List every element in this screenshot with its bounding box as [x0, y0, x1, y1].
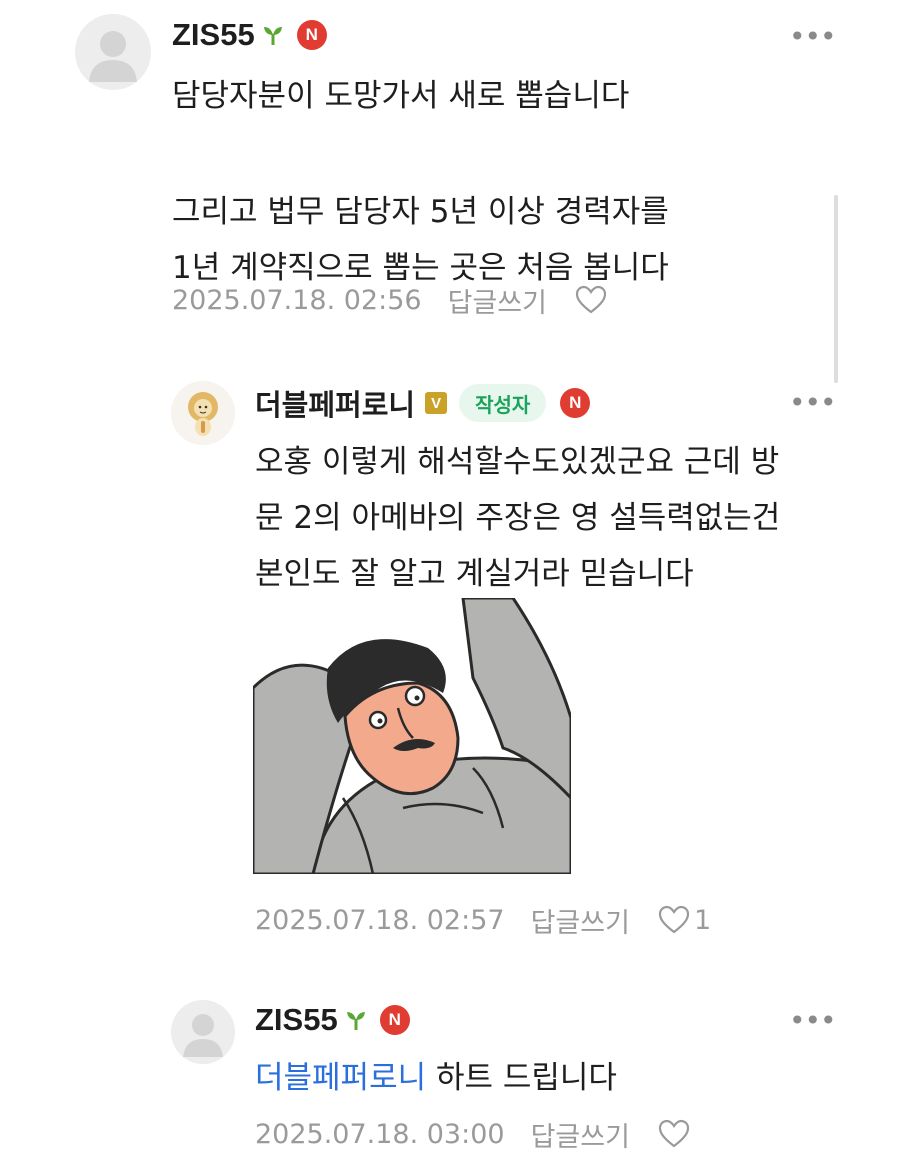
heart-icon[interactable]: [575, 285, 607, 315]
mention-link[interactable]: 더블페퍼로니: [255, 1060, 426, 1096]
new-badge: N: [379, 1005, 410, 1035]
heart-icon[interactable]: [658, 1119, 690, 1149]
reply-button[interactable]: 답글쓰기: [531, 1115, 630, 1154]
comment-date: 2025.07.18. 02:57: [255, 904, 505, 936]
reply-button[interactable]: 답글쓰기: [448, 281, 547, 320]
comment-text-line: 오홍 이렇게 해석할수도있겠군요 근데 방: [255, 444, 780, 480]
author-badge: 작성자: [459, 384, 547, 422]
comment-text-line: 문 2의 아메바의 주장은 영 설득력없는건: [255, 500, 781, 536]
comment-text-body: 하트 드립니다: [426, 1060, 617, 1096]
more-options-button[interactable]: •••: [789, 1004, 837, 1037]
comment-meta: 2025.07.18. 02:56 답글쓰기: [172, 281, 607, 320]
comment-text: 더블페퍼로니 하트 드립니다: [255, 1050, 617, 1106]
comment-date: 2025.07.18. 03:00: [255, 1118, 505, 1150]
avatar[interactable]: [171, 381, 235, 445]
sprout-icon: [344, 1008, 368, 1032]
comment-meta: 2025.07.18. 03:00 답글쓰기: [255, 1115, 690, 1154]
lion-avatar-icon: [171, 381, 235, 445]
new-badge: N: [296, 20, 327, 50]
more-options-button[interactable]: •••: [789, 386, 837, 419]
avatar[interactable]: [171, 1000, 235, 1064]
comment-author-nickname[interactable]: 더블페퍼로니: [255, 382, 415, 424]
comment-date: 2025.07.18. 02:56: [172, 284, 422, 316]
sticker-image[interactable]: [253, 598, 571, 874]
cartoon-man-relaxing-sticker: [253, 598, 571, 874]
comment-text-line: 본인도 잘 알고 계실거라 믿습니다: [255, 556, 694, 592]
comment-meta: 2025.07.18. 02:57 답글쓰기 1: [255, 901, 712, 940]
comment-author-nickname[interactable]: ZIS55: [172, 17, 255, 53]
verified-v-icon: V: [425, 392, 448, 414]
more-options-button[interactable]: •••: [789, 20, 837, 53]
comment-text-line: 그리고 법무 담당자 5년 이상 경력자를: [172, 194, 669, 230]
new-badge: N: [560, 388, 591, 418]
reply-button[interactable]: 답글쓰기: [531, 901, 630, 940]
default-profile-icon: [75, 14, 151, 90]
comment-author-nickname[interactable]: ZIS55: [255, 1002, 338, 1038]
sprout-icon: [261, 23, 285, 47]
comment-text-line: 담당자분이 도망가서 새로 뽑습니다: [172, 78, 630, 114]
like-count: 1: [693, 904, 712, 936]
heart-icon[interactable]: [658, 905, 690, 935]
comment-text-line: [172, 124, 669, 180]
avatar[interactable]: [75, 14, 151, 90]
scrollbar[interactable]: [834, 195, 838, 383]
default-profile-icon: [171, 1000, 235, 1064]
